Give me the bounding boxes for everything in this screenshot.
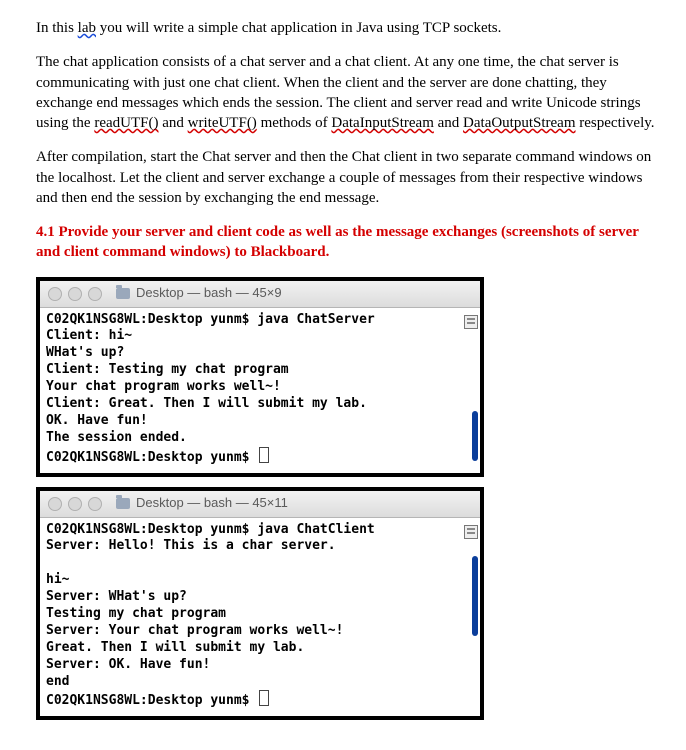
intro-paragraph-1: In this lab you will write a simple chat… [36, 18, 656, 38]
terminal-titlebar: Desktop — bash — 45×9 [40, 281, 480, 308]
window-control-icon[interactable] [88, 497, 102, 511]
terminal-line: WHat's up? [46, 345, 124, 360]
window-control-icon[interactable] [48, 497, 62, 511]
requirement-heading: 4.1 Provide your server and client code … [36, 222, 656, 263]
terminal-line: Server: Hello! This is a char server. [46, 538, 336, 553]
folder-icon [116, 498, 130, 509]
scrollbar-thumb[interactable] [472, 556, 478, 636]
folder-icon [116, 288, 130, 299]
terminal-line: Server: WHat's up? [46, 589, 187, 604]
terminal-title: Desktop — bash — 45×9 [136, 285, 282, 302]
terminal-line: Server: Your chat program works well~! [46, 623, 343, 638]
terminal-prompt: C02QK1NSG8WL:Desktop yunm$ [46, 450, 257, 465]
terminal-body[interactable]: C02QK1NSG8WL:Desktop yunm$ java ChatServ… [40, 308, 480, 473]
spellcheck-word-dataoutputstream: DataOutputStream [463, 115, 575, 131]
terminal-window-client: Desktop — bash — 45×11 C02QK1NSG8WL:Desk… [36, 487, 484, 721]
text: and [158, 115, 187, 131]
spellcheck-word-lab: lab [78, 20, 96, 36]
text: and [434, 115, 463, 131]
terminal-line: Your chat program works well~! [46, 379, 281, 394]
text: respectively. [576, 115, 655, 131]
spellcheck-word-datainputstream: DataInputStream [331, 115, 433, 131]
terminal-line: hi~ [46, 572, 69, 587]
terminal-line: C02QK1NSG8WL:Desktop yunm$ java ChatServ… [46, 312, 375, 327]
intro-paragraph-3: After compilation, start the Chat server… [36, 147, 656, 208]
terminal-line: end [46, 674, 69, 689]
text: In this [36, 20, 78, 36]
scroll-indicator-icon [464, 315, 478, 329]
window-control-icon[interactable] [48, 287, 62, 301]
scroll-indicator-icon [464, 525, 478, 539]
window-control-icon[interactable] [88, 287, 102, 301]
terminal-window-server: Desktop — bash — 45×9 C02QK1NSG8WL:Deskt… [36, 277, 484, 477]
cursor-icon [259, 447, 269, 463]
terminal-titlebar: Desktop — bash — 45×11 [40, 491, 480, 518]
terminal-line: OK. Have fun! [46, 413, 148, 428]
terminal-line: Testing my chat program [46, 606, 226, 621]
terminal-line: Client: Great. Then I will submit my lab… [46, 396, 367, 411]
terminal-title: Desktop — bash — 45×11 [136, 495, 288, 512]
spellcheck-word-readutf: readUTF() [94, 115, 158, 131]
terminal-prompt: C02QK1NSG8WL:Desktop yunm$ [46, 693, 257, 708]
terminal-line: Great. Then I will submit my lab. [46, 640, 304, 655]
terminal-line: The session ended. [46, 430, 187, 445]
intro-paragraph-2: The chat application consists of a chat … [36, 52, 656, 133]
terminal-line: C02QK1NSG8WL:Desktop yunm$ java ChatClie… [46, 522, 375, 537]
text: methods of [257, 115, 332, 131]
spellcheck-word-writeutf: writeUTF() [188, 115, 257, 131]
terminal-line: Server: OK. Have fun! [46, 657, 210, 672]
scrollbar-thumb[interactable] [472, 411, 478, 461]
window-control-icon[interactable] [68, 497, 82, 511]
terminal-line: Client: hi~ [46, 328, 132, 343]
window-control-icon[interactable] [68, 287, 82, 301]
cursor-icon [259, 690, 269, 706]
terminal-body[interactable]: C02QK1NSG8WL:Desktop yunm$ java ChatClie… [40, 518, 480, 717]
text: you will write a simple chat application… [96, 20, 501, 36]
terminal-line: Client: Testing my chat program [46, 362, 289, 377]
